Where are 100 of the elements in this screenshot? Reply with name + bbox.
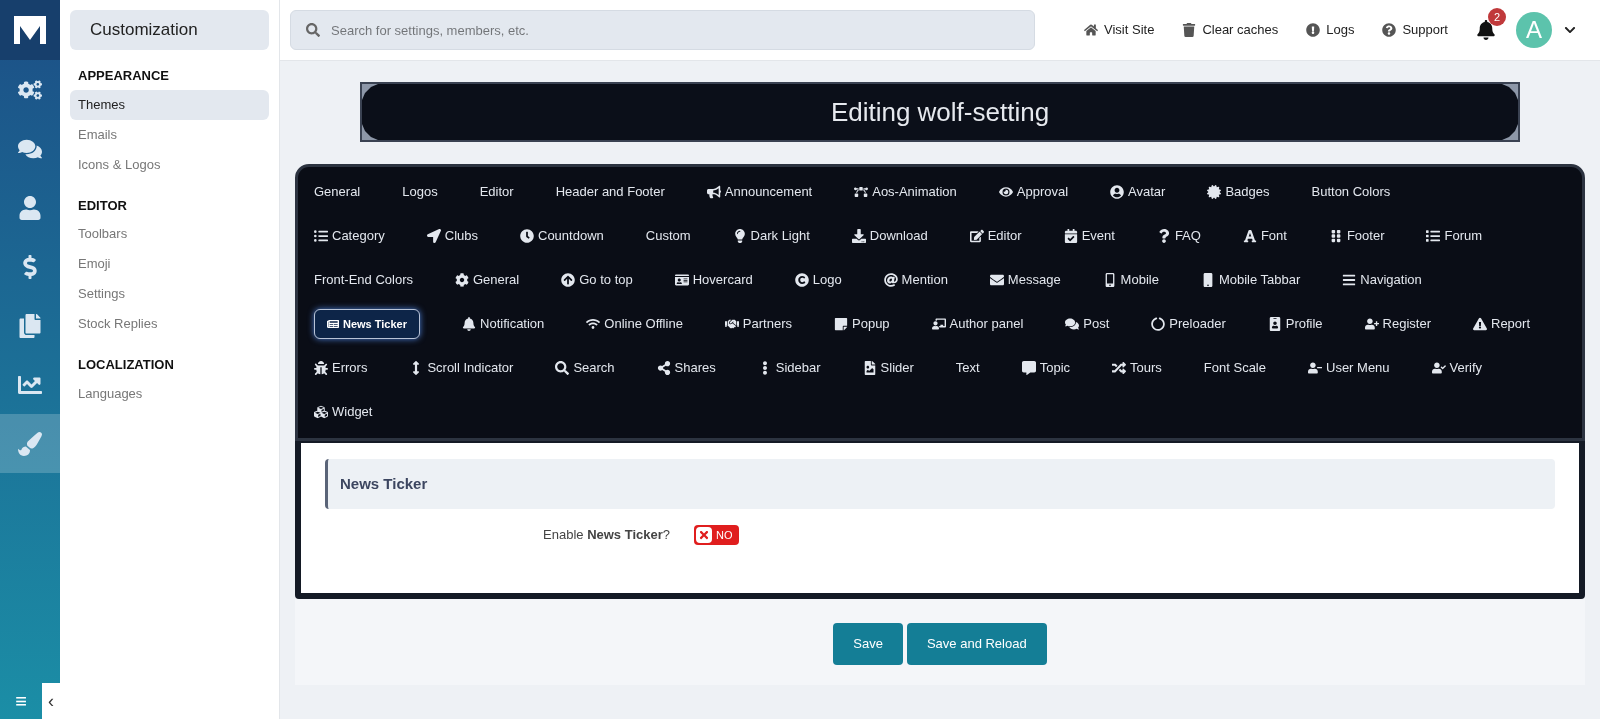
sidebar-item[interactable]: Settings bbox=[70, 279, 269, 309]
tab[interactable]: Custom bbox=[645, 222, 691, 250]
tab[interactable]: Font Scale bbox=[1203, 354, 1266, 382]
tab[interactable]: Button Colors bbox=[1311, 178, 1391, 206]
tab[interactable]: Download bbox=[851, 222, 928, 250]
tab[interactable]: News Ticker bbox=[314, 308, 420, 340]
tab[interactable]: Register bbox=[1364, 310, 1431, 338]
tab[interactable]: Avatar bbox=[1110, 178, 1166, 206]
top-link[interactable]: Visit Site bbox=[1084, 20, 1155, 40]
tab[interactable]: Author panel bbox=[931, 310, 1024, 338]
tab[interactable]: Dark Light bbox=[732, 222, 810, 250]
tab[interactable]: Shares bbox=[656, 354, 716, 382]
tab[interactable]: Message bbox=[989, 266, 1061, 294]
tab[interactable]: Front-End Colors bbox=[314, 266, 413, 294]
calendar-icon bbox=[1063, 229, 1078, 243]
tab[interactable]: Logo bbox=[794, 266, 842, 294]
tab[interactable]: Profile bbox=[1267, 310, 1323, 338]
sidebar-item[interactable]: Stock Replies bbox=[70, 309, 269, 339]
tab[interactable]: User Menu bbox=[1308, 354, 1390, 382]
tab[interactable]: Countdown bbox=[520, 222, 604, 250]
chevron-down-icon[interactable] bbox=[1564, 24, 1576, 36]
section-heading: LOCALIZATION bbox=[77, 356, 175, 374]
tab[interactable]: Tours bbox=[1112, 354, 1162, 382]
tab[interactable]: Errors bbox=[314, 354, 368, 382]
section-heading: EDITOR bbox=[77, 196, 128, 215]
search-icon bbox=[306, 23, 320, 37]
sidebar-item[interactable]: Themes bbox=[70, 89, 269, 120]
tab[interactable]: Post bbox=[1065, 310, 1110, 338]
tab[interactable]: General bbox=[314, 178, 361, 206]
clock-icon bbox=[520, 229, 534, 243]
id-card-icon bbox=[674, 273, 689, 287]
tab[interactable]: Category bbox=[314, 222, 385, 250]
sidebar-item[interactable]: Emoji bbox=[70, 249, 269, 279]
at-sign-icon bbox=[883, 273, 898, 287]
tab[interactable]: Announcement bbox=[706, 178, 813, 206]
tab[interactable]: Popup bbox=[834, 310, 890, 338]
tab[interactable]: Notification bbox=[462, 310, 545, 338]
search-icon bbox=[555, 361, 570, 375]
tab[interactable]: Online Offline bbox=[586, 310, 683, 338]
tab[interactable]: Event bbox=[1063, 222, 1115, 250]
tab[interactable]: Verify bbox=[1431, 354, 1483, 382]
user-check-icon bbox=[1431, 361, 1446, 375]
collapse-button[interactable]: ‹ bbox=[42, 683, 60, 719]
tab[interactable]: Go to top bbox=[561, 266, 633, 294]
top-link[interactable]: Logs bbox=[1306, 20, 1355, 40]
tab[interactable]: Hovercard bbox=[674, 266, 753, 294]
top-link[interactable]: Clear caches bbox=[1182, 20, 1279, 40]
menu-button[interactable]: ≡ bbox=[0, 687, 42, 715]
handshake-icon bbox=[724, 317, 739, 331]
tab[interactable]: Clubs bbox=[426, 222, 478, 250]
tab[interactable]: Preloader bbox=[1151, 310, 1226, 338]
bell-icon[interactable] bbox=[1476, 20, 1496, 40]
tab[interactable]: Report bbox=[1473, 310, 1531, 338]
tab[interactable]: Mobile Tabbar bbox=[1200, 266, 1301, 294]
tab[interactable]: Slider bbox=[862, 354, 914, 382]
tab[interactable]: Badges bbox=[1207, 178, 1270, 206]
tab[interactable]: Widget bbox=[314, 398, 373, 426]
tab[interactable]: Forum bbox=[1426, 222, 1483, 250]
section-heading: APPEARANCE bbox=[77, 67, 170, 85]
sidebar-item[interactable]: Emails bbox=[70, 119, 269, 150]
tab[interactable]: Mobile bbox=[1102, 266, 1159, 294]
tab[interactable]: Topic bbox=[1021, 354, 1071, 382]
tab[interactable]: FAQ bbox=[1156, 222, 1201, 250]
sidebar-item[interactable]: Languages bbox=[70, 378, 269, 409]
notification-badge: 2 bbox=[1488, 8, 1506, 26]
tab[interactable]: Sidebar bbox=[757, 354, 821, 382]
tab[interactable]: Partners bbox=[724, 310, 792, 338]
section-header: News Ticker bbox=[325, 459, 1555, 509]
note-icon bbox=[834, 317, 848, 331]
sidebar-item[interactable]: Icons & Logos bbox=[70, 149, 269, 180]
top-link[interactable]: Support bbox=[1382, 20, 1448, 40]
save-button[interactable]: Save and Reload bbox=[906, 623, 1047, 665]
tab[interactable]: Navigation bbox=[1342, 266, 1422, 294]
tab[interactable]: Logos bbox=[402, 178, 438, 206]
tab[interactable]: Footer bbox=[1328, 222, 1385, 250]
sidebar-item[interactable]: Toolbars bbox=[70, 219, 269, 249]
cubes-icon bbox=[314, 405, 328, 419]
tab[interactable]: Aos-Animation bbox=[854, 178, 957, 206]
tab[interactable]: General bbox=[455, 266, 520, 294]
tab[interactable]: Text bbox=[955, 354, 980, 382]
toggle[interactable]: NO bbox=[694, 525, 739, 545]
tab[interactable]: Editor bbox=[969, 222, 1022, 250]
rail-item[interactable] bbox=[0, 414, 60, 473]
copy-icon bbox=[18, 313, 42, 338]
tab[interactable]: Header and Footer bbox=[555, 178, 665, 206]
copyright-icon bbox=[794, 273, 809, 287]
tab[interactable]: Font bbox=[1242, 222, 1287, 250]
tab[interactable]: Approval bbox=[998, 178, 1069, 206]
help-icon bbox=[1382, 23, 1397, 37]
list-icon bbox=[1426, 229, 1441, 243]
tab[interactable]: Editor bbox=[479, 178, 514, 206]
badge-icon bbox=[1207, 185, 1222, 199]
tab[interactable]: Mention bbox=[883, 266, 948, 294]
save-button[interactable]: Save bbox=[833, 623, 903, 665]
edit-icon bbox=[969, 229, 984, 243]
ornament-icon bbox=[1502, 124, 1518, 140]
tab[interactable]: Search bbox=[555, 354, 615, 382]
option-label: Enable News Ticker? bbox=[542, 526, 670, 545]
search-field[interactable]: Search for settings, members, etc. bbox=[290, 10, 1035, 50]
tab[interactable]: Scroll Indicator bbox=[409, 354, 514, 382]
